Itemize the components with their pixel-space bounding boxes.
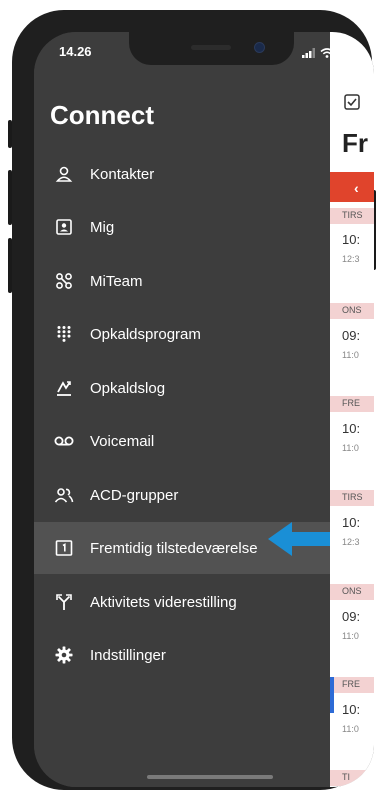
event-time: 10: (342, 421, 361, 436)
chevron-left-icon[interactable]: ‹ (354, 180, 359, 196)
call-log-icon (54, 378, 74, 398)
team-icon (54, 271, 74, 291)
background-screen: Fr ‹ TIRS 10: 12:3 ONS 09: 11:0 FRE 10: … (330, 32, 374, 787)
mute-switch (8, 120, 12, 148)
menu-label: MiTeam (90, 272, 143, 290)
selection-marker (330, 677, 334, 713)
person-icon (54, 164, 74, 184)
gear-icon (54, 645, 74, 665)
drawer-title: Connect (50, 100, 154, 130)
checkbox-icon (344, 94, 360, 115)
screen: 14.26 Fr ‹ TIRS 10: 12:3 ONS 09: 11:0 FR… (34, 32, 374, 787)
event-time: 10: (342, 232, 361, 247)
day-header: TIRS (330, 208, 374, 224)
menu-label: Voicemail (90, 432, 155, 450)
status-time: 14.26 (59, 44, 92, 59)
volume-down-button (8, 238, 12, 293)
day-header: ONS (330, 584, 374, 600)
date-nav-bar[interactable]: ‹ (330, 172, 374, 202)
notch (129, 32, 294, 65)
event-sub: 11:0 (342, 724, 359, 734)
phone-frame: 14.26 Fr ‹ TIRS 10: 12:3 ONS 09: 11:0 FR… (8, 10, 376, 790)
speaker (191, 45, 231, 50)
event-time: 09: (342, 328, 361, 343)
event-sub: 12:3 (342, 254, 360, 264)
group-icon (54, 485, 74, 505)
event-sub: 11:0 (342, 443, 359, 453)
calendar-one-icon (54, 538, 74, 558)
home-indicator[interactable] (147, 775, 273, 779)
event-time: 09: (342, 609, 361, 624)
event-sub: 11:0 (342, 350, 359, 360)
menu-item-indstillinger[interactable]: Indstillinger (34, 629, 330, 681)
background-title: Fr (342, 128, 368, 158)
status-icons (302, 45, 360, 63)
day-header: FRE (330, 396, 374, 412)
menu-item-kontakter[interactable]: Kontakter (34, 148, 330, 200)
day-header: FRE (330, 677, 374, 693)
menu-label: Indstillinger (90, 646, 166, 664)
menu-label: Aktivitets viderestilling (90, 593, 237, 611)
menu-label: Opkaldslog (90, 379, 166, 397)
menu-item-miteam[interactable]: MiTeam (34, 255, 330, 307)
forward-icon (54, 592, 74, 612)
dialpad-icon (54, 324, 74, 344)
id-card-icon (54, 217, 74, 237)
event-time: 10: (342, 702, 361, 717)
voicemail-icon (54, 431, 74, 451)
menu-item-opkaldslog[interactable]: Opkaldslog (34, 362, 330, 414)
menu-label: ACD-grupper (90, 486, 179, 504)
wifi-icon (320, 45, 334, 63)
event-sub: 11:0 (342, 631, 359, 641)
day-header: ONS (330, 303, 374, 319)
event-sub: 12:3 (342, 537, 360, 547)
menu-label: Kontakter (90, 165, 155, 183)
event-time: 10: (342, 515, 361, 530)
menu-item-aktivitets-viderestilling[interactable]: Aktivitets viderestilling (34, 576, 330, 628)
menu-item-voicemail[interactable]: Voicemail (34, 415, 330, 467)
menu-label: Mig (90, 218, 115, 236)
navigation-drawer: Connect Kontakter Mig MiTeam Opkaldsprog… (34, 32, 330, 787)
menu-label: Opkaldsprogram (90, 325, 201, 343)
camera (254, 42, 265, 53)
annotation-arrow-icon (266, 519, 332, 559)
menu-item-mig[interactable]: Mig (34, 201, 330, 253)
battery-icon (338, 45, 360, 63)
menu-item-acd-grupper[interactable]: ACD-grupper (34, 469, 330, 521)
menu-item-opkaldsprogram[interactable]: Opkaldsprogram (34, 308, 330, 360)
menu-label: Fremtidig tilstedeværelse (90, 539, 258, 557)
day-header: TIRS (330, 490, 374, 506)
volume-up-button (8, 170, 12, 225)
signal-icon (302, 45, 316, 63)
day-header: TI (330, 770, 374, 786)
